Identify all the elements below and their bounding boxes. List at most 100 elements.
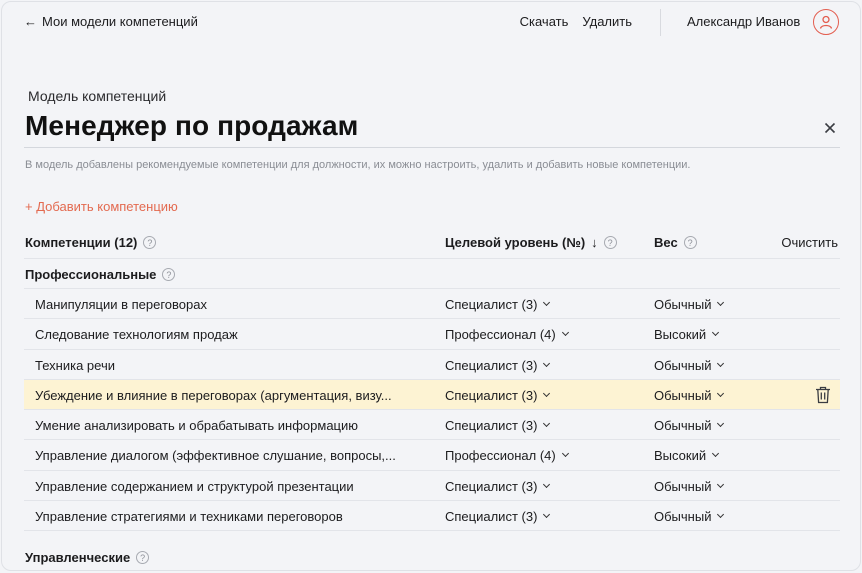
help-circle-icon[interactable]: ? xyxy=(162,268,176,281)
chevron-down-icon xyxy=(717,420,725,428)
competency-name: Управление содержанием и структурой през… xyxy=(35,478,354,494)
level-value: Специалист (3) xyxy=(445,297,538,312)
chevron-down-icon xyxy=(543,511,551,519)
weight-select[interactable]: Обычный xyxy=(654,297,725,312)
top-bar: ← Мои модели компетенций Скачать Удалить… xyxy=(2,2,860,44)
download-button[interactable]: Скачать xyxy=(520,14,569,29)
chevron-down-icon xyxy=(561,450,569,458)
weight-value: Обычный xyxy=(654,418,712,434)
chevron-down-icon xyxy=(712,329,720,337)
chevron-down-icon xyxy=(717,480,725,488)
competency-name: Техника речи xyxy=(35,357,115,373)
competency-name: Умение анализировать и обрабатывать инфо… xyxy=(35,418,359,434)
chevron-down-icon xyxy=(543,359,551,367)
level-select[interactable]: Специалист (3) xyxy=(445,357,551,373)
chevron-down-icon xyxy=(543,480,551,488)
table-row[interactable]: Убеждение и влияние в переговорах (аргум… xyxy=(24,379,840,411)
table-row[interactable]: Манипуляции в переговорах Специалист (3) О… xyxy=(24,289,840,320)
group-title-professional: Профессиональные ? xyxy=(25,267,176,282)
competency-list: Манипуляции в переговорах Специалист (3) О… xyxy=(24,289,840,532)
hint-text: В модель добавлены рекомендуемые компете… xyxy=(25,159,691,171)
table-row[interactable]: Управление стратегиями и техниками перег… xyxy=(24,501,840,532)
chevron-down-icon xyxy=(717,389,725,397)
table-row[interactable]: Умение анализировать и обрабатывать инфо… xyxy=(24,410,840,441)
weight-select[interactable]: Обычный xyxy=(654,509,725,525)
column-header-competencies: Компетенции (12) ? xyxy=(25,235,157,250)
app-window: ← Мои модели компетенций Скачать Удалить… xyxy=(1,1,861,571)
column-weight-label: Вес xyxy=(654,235,678,250)
weight-select[interactable]: Высокий xyxy=(654,448,720,464)
column-level-label: Целевой уровень (№) xyxy=(445,235,586,250)
table-row[interactable]: Следование технологиям продаж Профессиона… xyxy=(24,319,840,350)
competency-name: Убеждение и влияние в переговорах (аргум… xyxy=(35,387,392,403)
group-title-label: Управленческие xyxy=(25,550,131,565)
trash-icon[interactable] xyxy=(815,386,831,404)
group-title-managerial: Управленческие ? xyxy=(25,550,150,565)
weight-select[interactable]: Обычный xyxy=(654,357,725,373)
table-row[interactable]: Техника речи Специалист (3) Обычный xyxy=(24,350,840,380)
competency-name: Управление диалогом (эффективное слушани… xyxy=(35,448,396,464)
level-value: Профессионал (4) xyxy=(445,448,556,464)
chevron-down-icon xyxy=(561,329,569,337)
page-eyebrow: Модель компетенций xyxy=(28,88,167,104)
help-circle-icon[interactable]: ? xyxy=(683,236,697,249)
competency-name: Манипуляции в переговорах xyxy=(35,297,207,312)
chevron-down-icon xyxy=(717,511,725,519)
chevron-down-icon xyxy=(712,450,720,458)
column-header-level[interactable]: Целевой уровень (№) ↓ ? xyxy=(445,235,617,250)
weight-select[interactable]: Обычный xyxy=(654,478,725,494)
level-select[interactable]: Специалист (3) xyxy=(445,297,551,312)
divider xyxy=(660,9,661,36)
clear-button[interactable]: Очистить xyxy=(781,235,838,250)
level-value: Специалист (3) xyxy=(445,509,538,525)
help-circle-icon[interactable]: ? xyxy=(603,236,617,249)
chevron-down-icon xyxy=(543,298,551,307)
level-select[interactable]: Специалист (3) xyxy=(445,509,551,525)
weight-value: Высокий xyxy=(654,448,707,464)
column-header-weight: Вес ? xyxy=(654,235,697,250)
close-icon[interactable] xyxy=(822,120,838,136)
level-value: Специалист (3) xyxy=(445,418,538,434)
add-competency-button[interactable]: + Добавить компетенцию xyxy=(25,199,178,214)
level-select[interactable]: Специалист (3) xyxy=(445,418,551,434)
chevron-down-icon xyxy=(543,420,551,428)
level-select[interactable]: Специалист (3) xyxy=(445,387,551,403)
user-name[interactable]: Александр Иванов xyxy=(687,14,800,29)
competency-name: Следование технологиям продаж xyxy=(35,327,238,343)
weight-value: Обычный xyxy=(654,478,712,494)
chevron-down-icon xyxy=(717,298,725,307)
weight-value: Обычный xyxy=(654,357,712,373)
competency-name: Управление стратегиями и техниками перег… xyxy=(35,509,343,525)
table-row[interactable]: Управление содержанием и структурой през… xyxy=(24,471,840,502)
help-circle-icon[interactable]: ? xyxy=(136,551,150,564)
sort-arrow-icon[interactable]: ↓ xyxy=(591,235,598,250)
group-title-label: Профессиональные xyxy=(25,267,157,282)
weight-value: Обычный xyxy=(654,297,712,312)
weight-select[interactable]: Обычный xyxy=(654,418,725,434)
weight-select[interactable]: Высокий xyxy=(654,327,720,342)
back-link[interactable]: ← Мои модели компетенций xyxy=(24,14,198,29)
arrow-left-icon: ← xyxy=(24,14,37,29)
level-value: Специалист (3) xyxy=(445,387,538,403)
level-select[interactable]: Профессионал (4) xyxy=(445,327,569,343)
page-title[interactable]: Менеджер по продажам xyxy=(25,110,358,142)
title-underline xyxy=(24,147,840,148)
level-select[interactable]: Профессионал (4) xyxy=(445,448,569,464)
chevron-down-icon xyxy=(543,389,551,397)
level-select[interactable]: Специалист (3) xyxy=(445,478,551,494)
level-value: Специалист (3) xyxy=(445,357,538,373)
divider xyxy=(24,258,840,259)
back-link-label: Мои модели компетенций xyxy=(42,14,198,29)
delete-button[interactable]: Удалить xyxy=(582,14,632,29)
level-value: Специалист (3) xyxy=(445,478,538,494)
help-circle-icon[interactable]: ? xyxy=(143,236,157,249)
level-value: Профессионал (4) xyxy=(445,327,556,343)
table-row[interactable]: Управление диалогом (эффективное слушани… xyxy=(24,440,840,471)
top-actions: Скачать Удалить xyxy=(520,14,632,29)
user-avatar-icon[interactable] xyxy=(813,9,839,35)
weight-select[interactable]: Обычный xyxy=(654,387,725,403)
weight-value: Обычный xyxy=(654,387,712,403)
weight-value: Обычный xyxy=(654,509,712,525)
chevron-down-icon xyxy=(717,359,725,367)
column-competencies-label: Компетенции (12) xyxy=(25,235,138,250)
